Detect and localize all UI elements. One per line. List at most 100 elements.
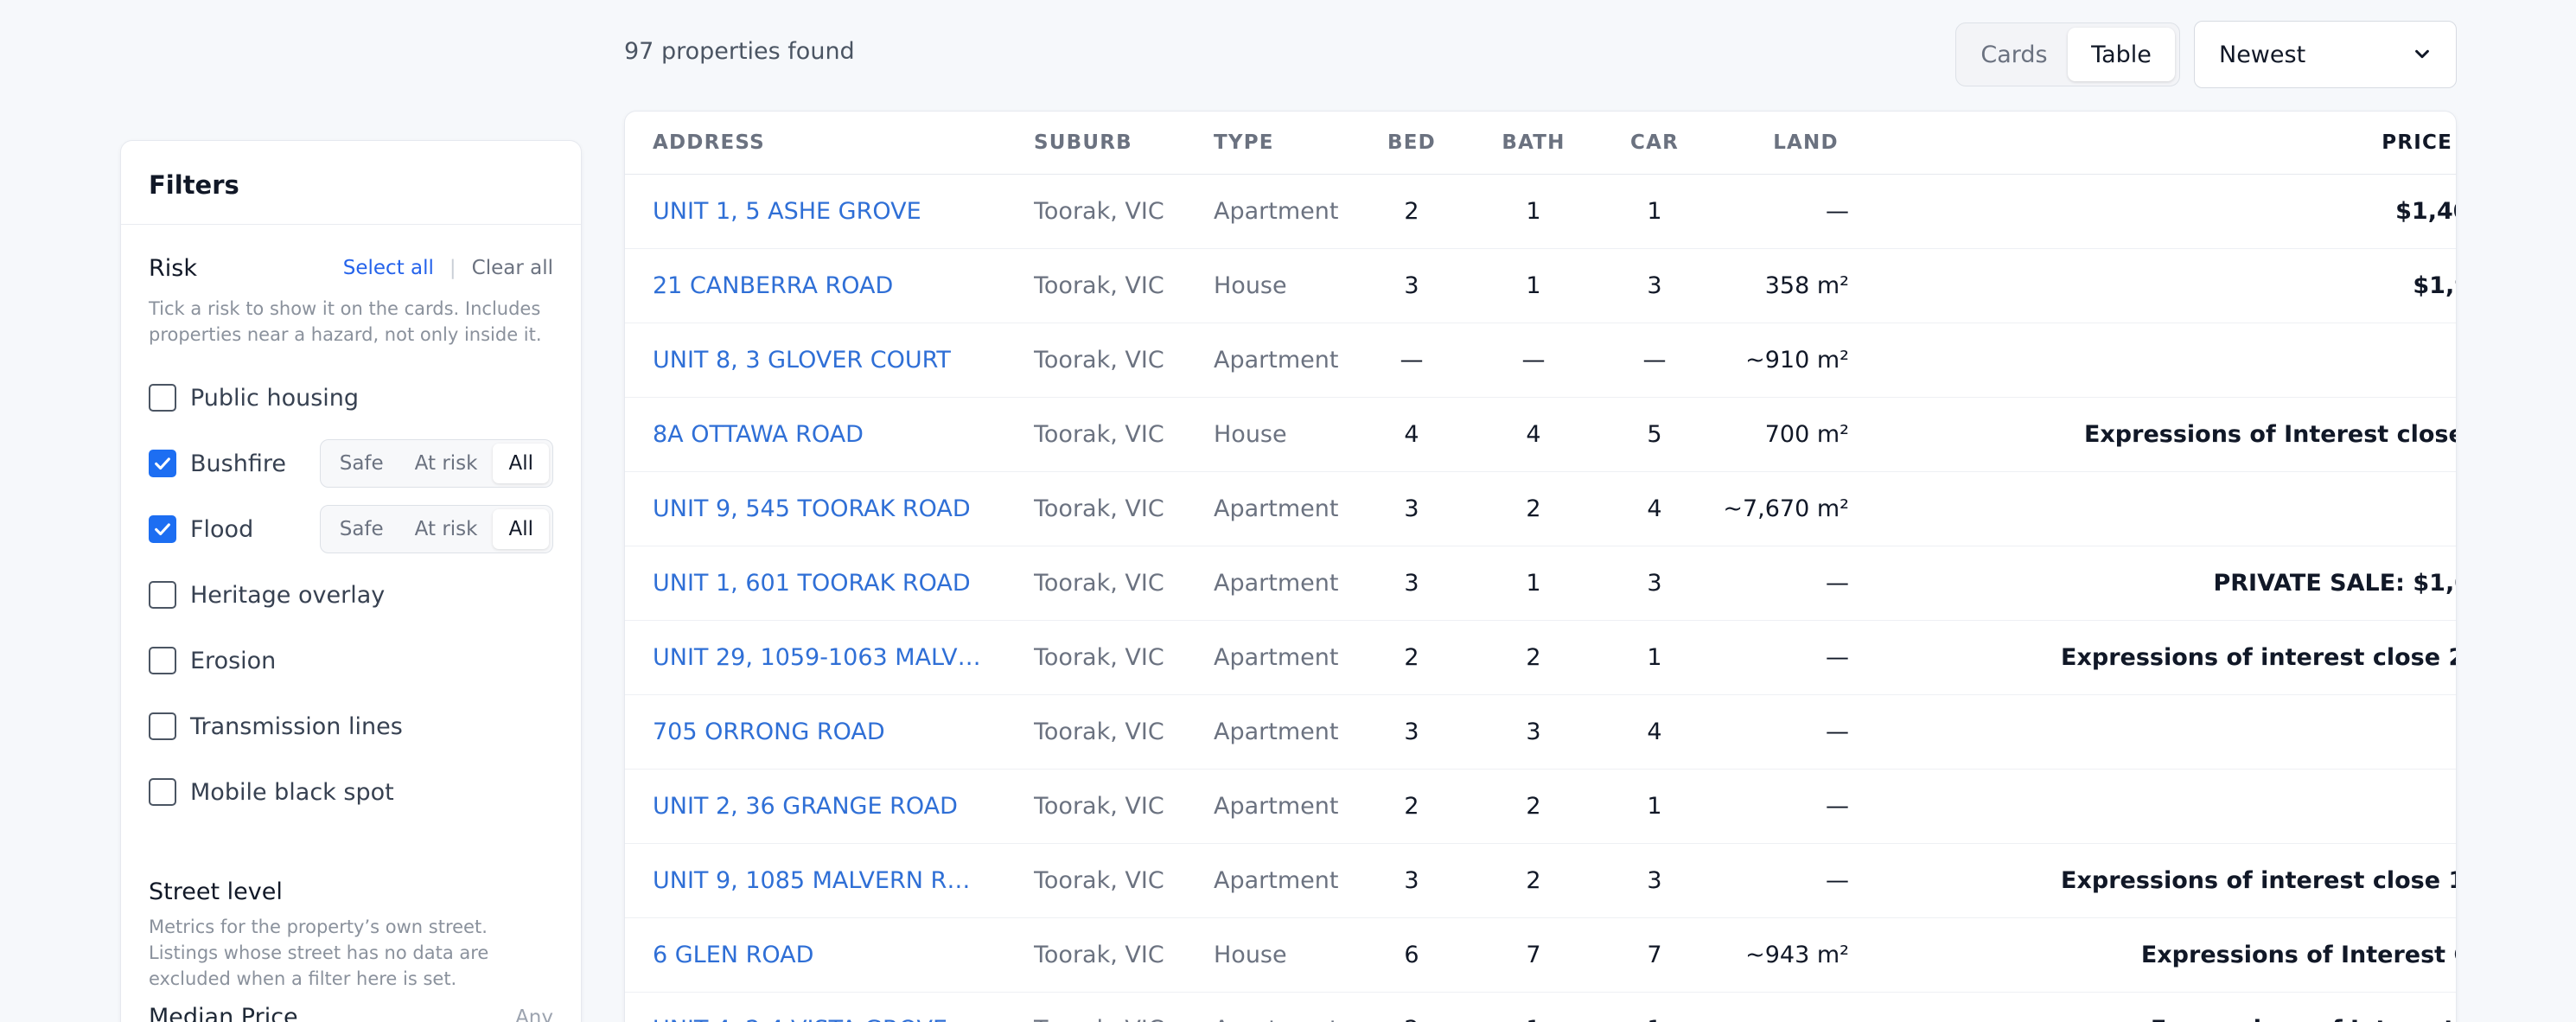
column-header-car[interactable]: CAR bbox=[1616, 112, 1693, 175]
table-row[interactable]: 21 CANBERRA ROAD Toorak, VIC House 3 1 3 358 m… bbox=[625, 249, 2456, 323]
bed-cell: 2 bbox=[1404, 198, 1419, 225]
view-table-button[interactable]: Table bbox=[2068, 28, 2175, 81]
address-link[interactable]: 21 CANBERRA ROAD bbox=[653, 249, 981, 323]
table-row[interactable]: UNIT 2, 36 GRANGE ROAD Toorak, VIC Apartme… bbox=[625, 770, 2456, 844]
car-cell: 1 bbox=[1647, 644, 1662, 671]
table-row[interactable]: UNIT 9, 1085 MALVERN ROAD Toorak, VIC Apar… bbox=[625, 844, 2456, 918]
divider: | bbox=[449, 257, 456, 279]
price-cell: Expressions of Interest Close 15 Sept at… bbox=[2140, 942, 2456, 968]
address-link[interactable]: UNIT 9, 545 TOORAK ROAD bbox=[653, 472, 981, 546]
type-cell: Apartment bbox=[1214, 993, 1352, 1022]
land-cell: — bbox=[1693, 993, 1849, 1022]
median-price-filter[interactable]: Median Price Any bbox=[149, 1004, 553, 1022]
properties-table: ADDRESS SUBURB TYPE BED BATH CAR LAND PRICE UNI… bbox=[624, 111, 2457, 1022]
address-link[interactable]: 8A OTTAWA ROAD bbox=[653, 398, 981, 472]
address-link[interactable]: 6 GLEN ROAD bbox=[653, 918, 981, 993]
car-cell: 3 bbox=[1647, 272, 1662, 299]
table-row[interactable]: UNIT 29, 1059-1063 MALVERN ROAD Toorak, V… bbox=[625, 621, 2456, 695]
type-cell: House bbox=[1214, 421, 1287, 448]
bed-cell: 2 bbox=[1373, 993, 1451, 1022]
flood-mode-at-risk[interactable]: At risk bbox=[399, 509, 494, 549]
type-cell: Apartment bbox=[1214, 198, 1339, 225]
table-row[interactable]: 705 ORRONG ROAD Toorak, VIC Apartment 3 3 4 —$… bbox=[625, 695, 2456, 770]
suburb-cell: Toorak, VIC bbox=[1034, 644, 1164, 671]
price-cell: $1,900,000 - $2,000,000 bbox=[2413, 272, 2456, 299]
table-row[interactable]: UNIT 1, 601 TOORAK ROAD Toorak, VIC Apartm… bbox=[625, 546, 2456, 621]
address-link[interactable]: 705 ORRONG ROAD bbox=[653, 695, 981, 770]
column-header-type[interactable]: TYPE bbox=[1214, 112, 1352, 175]
type-cell: Apartment bbox=[1214, 644, 1339, 671]
risk-option-transmission-lines: Transmission lines bbox=[149, 693, 553, 759]
column-header-bed[interactable]: BED bbox=[1373, 112, 1451, 175]
risk-option-erosion: Erosion bbox=[149, 628, 553, 693]
bushfire-checkbox[interactable] bbox=[149, 450, 176, 477]
bed-cell: 3 bbox=[1404, 570, 1419, 597]
column-header-price[interactable]: PRICE bbox=[2095, 112, 2452, 175]
flood-mode-toggle: Safe At risk All bbox=[319, 505, 553, 553]
car-cell: 4 bbox=[1647, 495, 1662, 522]
bushfire-mode-safe[interactable]: Safe bbox=[324, 444, 399, 483]
sort-select[interactable]: Newest bbox=[2194, 21, 2457, 88]
bushfire-mode-all[interactable]: All bbox=[493, 444, 549, 483]
bed-cell: 3 bbox=[1404, 719, 1419, 745]
bath-cell: 1 bbox=[1526, 570, 1541, 597]
type-cell: House bbox=[1214, 272, 1287, 299]
table-row[interactable]: UNIT 1, 5 ASHE GROVE Toorak, VIC Apartment… bbox=[625, 175, 2456, 249]
suburb-cell: Toorak, VIC bbox=[1034, 942, 1164, 968]
erosion-checkbox[interactable] bbox=[149, 647, 176, 674]
column-header-bath[interactable]: BATH bbox=[1495, 112, 1572, 175]
public-housing-label: Public housing bbox=[190, 384, 360, 412]
bath-cell: 1 bbox=[1495, 993, 1572, 1022]
car-cell: 3 bbox=[1647, 867, 1662, 894]
table-row[interactable]: UNIT 4, 2-4 VISTA GROVE Toorak, VIC Apartm… bbox=[625, 993, 2456, 1022]
bed-cell: 2 bbox=[1404, 793, 1419, 820]
bushfire-mode-toggle: Safe At risk All bbox=[319, 439, 553, 488]
risk-list: Public housing Bushfire Safe At risk All Floo… bbox=[149, 365, 553, 825]
flood-mode-all[interactable]: All bbox=[493, 509, 549, 549]
column-header-address[interactable]: ADDRESS bbox=[653, 112, 981, 175]
address-link[interactable]: UNIT 1, 5 ASHE GROVE bbox=[653, 175, 981, 249]
public-housing-checkbox[interactable] bbox=[149, 384, 176, 412]
car-cell: — bbox=[1642, 347, 1667, 374]
price-cell: Expressions of Interest $900,000 - $990,… bbox=[1852, 993, 2456, 1022]
clear-all-link[interactable]: Clear all bbox=[472, 257, 553, 279]
mobile-black-spot-checkbox[interactable] bbox=[149, 778, 176, 806]
view-cards-button[interactable]: Cards bbox=[1961, 28, 2068, 81]
car-cell: 1 bbox=[1647, 793, 1662, 820]
median-price-value[interactable]: Any bbox=[515, 1006, 553, 1022]
address-link[interactable]: UNIT 2, 36 GRANGE ROAD bbox=[653, 770, 981, 844]
address-link[interactable]: UNIT 29, 1059-1063 MALVERN ROAD bbox=[653, 621, 981, 695]
risk-help-text: Tick a risk to show it on the cards. Inc… bbox=[149, 298, 542, 345]
car-cell: 1 bbox=[1616, 993, 1693, 1022]
column-header-suburb[interactable]: SUBURB bbox=[1034, 112, 1198, 175]
address-link[interactable]: UNIT 8, 3 GLOVER COURT bbox=[653, 323, 981, 398]
bath-cell: 1 bbox=[1526, 198, 1541, 225]
table-row[interactable]: UNIT 8, 3 GLOVER COURT Toorak, VIC Apartme… bbox=[625, 323, 2456, 398]
price-cell: $5,150,000 bbox=[1852, 695, 2456, 770]
transmission-lines-checkbox[interactable] bbox=[149, 712, 176, 740]
flood-checkbox[interactable] bbox=[149, 515, 176, 543]
type-cell: Apartment bbox=[1214, 867, 1339, 894]
table-row[interactable]: UNIT 9, 545 TOORAK ROAD Toorak, VIC Apartm… bbox=[625, 472, 2456, 546]
filters-title: Filters bbox=[149, 170, 239, 200]
suburb-cell: Toorak, VIC bbox=[1034, 570, 1164, 597]
type-cell: Apartment bbox=[1214, 719, 1339, 745]
table-row[interactable]: 6 GLEN ROAD Toorak, VIC House 6 7 7 ~943 m² Exp… bbox=[625, 918, 2456, 993]
select-all-link[interactable]: Select all bbox=[343, 257, 434, 279]
chevron-down-icon bbox=[2415, 49, 2429, 59]
filters-header: Filters bbox=[121, 141, 581, 225]
address-link[interactable]: UNIT 4, 2-4 VISTA GROVE bbox=[653, 993, 981, 1022]
column-header-land[interactable]: LAND bbox=[1719, 112, 1892, 175]
address-link[interactable]: UNIT 9, 1085 MALVERN ROAD bbox=[653, 844, 981, 918]
flood-mode-safe[interactable]: Safe bbox=[324, 509, 399, 549]
median-price-label: Median Price bbox=[149, 1004, 298, 1022]
price-cell: Expressions of interest close 22 Septemb… bbox=[2061, 644, 2456, 671]
address-link[interactable]: UNIT 1, 601 TOORAK ROAD bbox=[653, 546, 981, 621]
heritage-overlay-checkbox[interactable] bbox=[149, 581, 176, 609]
price-cell: PRIVATE SALE: $1,050,000 - $1,100,000 bbox=[2213, 570, 2456, 597]
risk-title: Risk bbox=[149, 254, 197, 282]
bed-cell: 3 bbox=[1404, 495, 1419, 522]
table-row[interactable]: 8A OTTAWA ROAD Toorak, VIC House 4 4 5 700 m² E… bbox=[625, 398, 2456, 472]
bushfire-mode-at-risk[interactable]: At risk bbox=[399, 444, 494, 483]
suburb-cell: Toorak, VIC bbox=[1034, 495, 1164, 522]
